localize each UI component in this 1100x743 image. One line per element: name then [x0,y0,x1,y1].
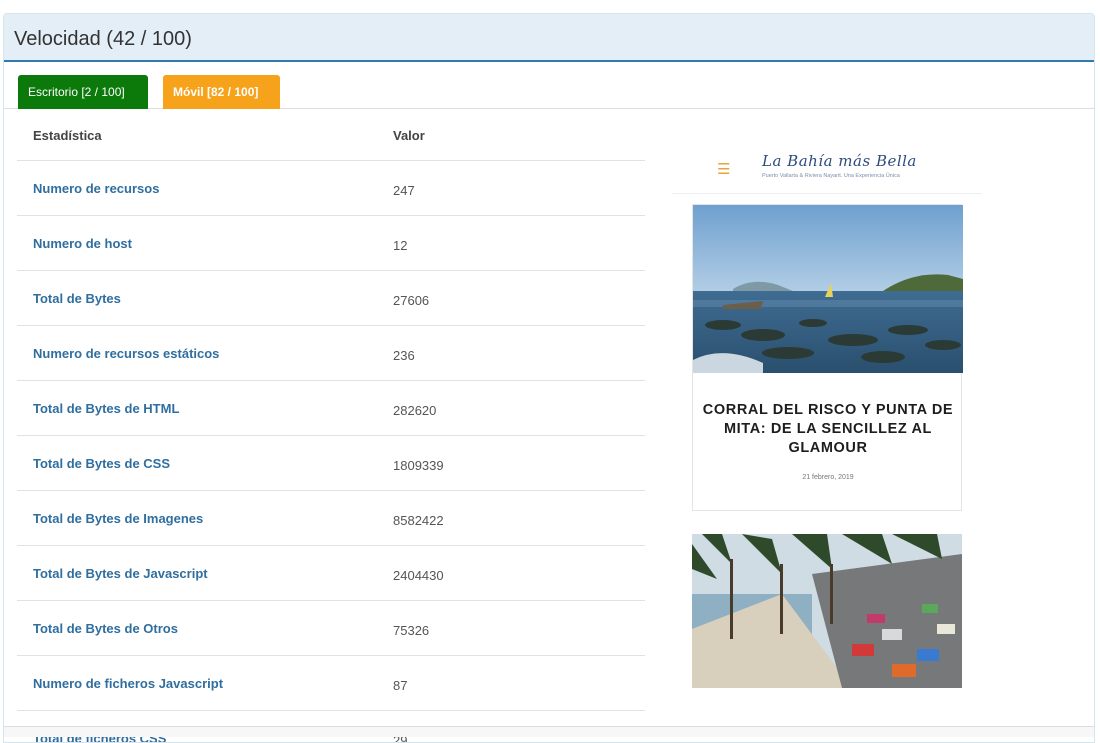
row-value: 282620 [393,381,645,436]
panel-heading: Velocidad (42 / 100) [4,14,1094,62]
panel-footer [4,726,1094,737]
row-key: Total de Bytes de Imagenes [17,491,393,546]
table-row: Numero de recursos 247 [17,161,645,216]
panel-title: Velocidad (42 / 100) [14,27,1094,51]
device-tabs: Escritorio [2 / 100] Móvil [82 / 100] [4,62,1094,109]
row-key: Total de Bytes [17,271,393,326]
row-key: Numero de recursos [17,161,393,216]
table-row: Total de Bytes de HTML 282620 [17,381,645,436]
preview-logo: La Bahía más Bella [762,152,917,170]
row-key: Numero de host [17,216,393,271]
preview-headline: CORRAL DEL RISCO Y PUNTA DE MITA: DE LA … [693,401,963,458]
row-value: 12 [393,216,645,271]
preview-article-card: CORRAL DEL RISCO Y PUNTA DE MITA: DE LA … [692,204,962,511]
row-key: Total de Bytes de Otros [17,601,393,656]
row-value: 236 [393,326,645,381]
row-value: 2404430 [393,546,645,601]
mobile-screenshot-preview: ☰ La Bahía más Bella Puerto Vallarta & R… [672,122,982,702]
column-header-statistic: Estadística [17,110,393,161]
row-value: 75326 [393,601,645,656]
row-key: Numero de recursos estáticos [17,326,393,381]
table-row: Numero de ficheros Javascript 87 [17,656,645,711]
row-value: 27606 [393,271,645,326]
tab-mobile[interactable]: Móvil [82 / 100] [163,75,280,109]
table-row: Total de Bytes de Imagenes 8582422 [17,491,645,546]
table-row: Numero de recursos estáticos 236 [17,326,645,381]
tab-desktop[interactable]: Escritorio [2 / 100] [18,75,148,109]
table-header-row: Estadística Valor [17,110,645,161]
row-value: 247 [393,161,645,216]
boardwalk-photo [692,534,962,688]
column-header-value: Valor [393,110,645,161]
preview-header: ☰ La Bahía más Bella Puerto Vallarta & R… [672,138,982,194]
table-row: Total de Bytes de Javascript 2404430 [17,546,645,601]
row-value: 87 [393,656,645,711]
speed-panel: Velocidad (42 / 100) Escritorio [2 / 100… [3,13,1095,743]
hamburger-icon: ☰ [717,160,730,178]
row-key: Numero de ficheros Javascript [17,656,393,711]
preview-date: 21 febrero, 2019 [693,474,963,481]
row-key: Total de Bytes de HTML [17,381,393,436]
beach-photo [693,205,963,373]
preview-logo-subtitle: Puerto Vallarta & Riviera Nayarit. Una E… [762,173,900,179]
table-row: Total de Bytes 27606 [17,271,645,326]
table-row: Total de Bytes de Otros 75326 [17,601,645,656]
stats-table: Estadística Valor Numero de recursos 247… [17,110,645,743]
table-row: Total de Bytes de CSS 1809339 [17,436,645,491]
table-row: Numero de host 12 [17,216,645,271]
row-key: Total de Bytes de Javascript [17,546,393,601]
row-value: 8582422 [393,491,645,546]
row-key: Total de Bytes de CSS [17,436,393,491]
row-value: 1809339 [393,436,645,491]
